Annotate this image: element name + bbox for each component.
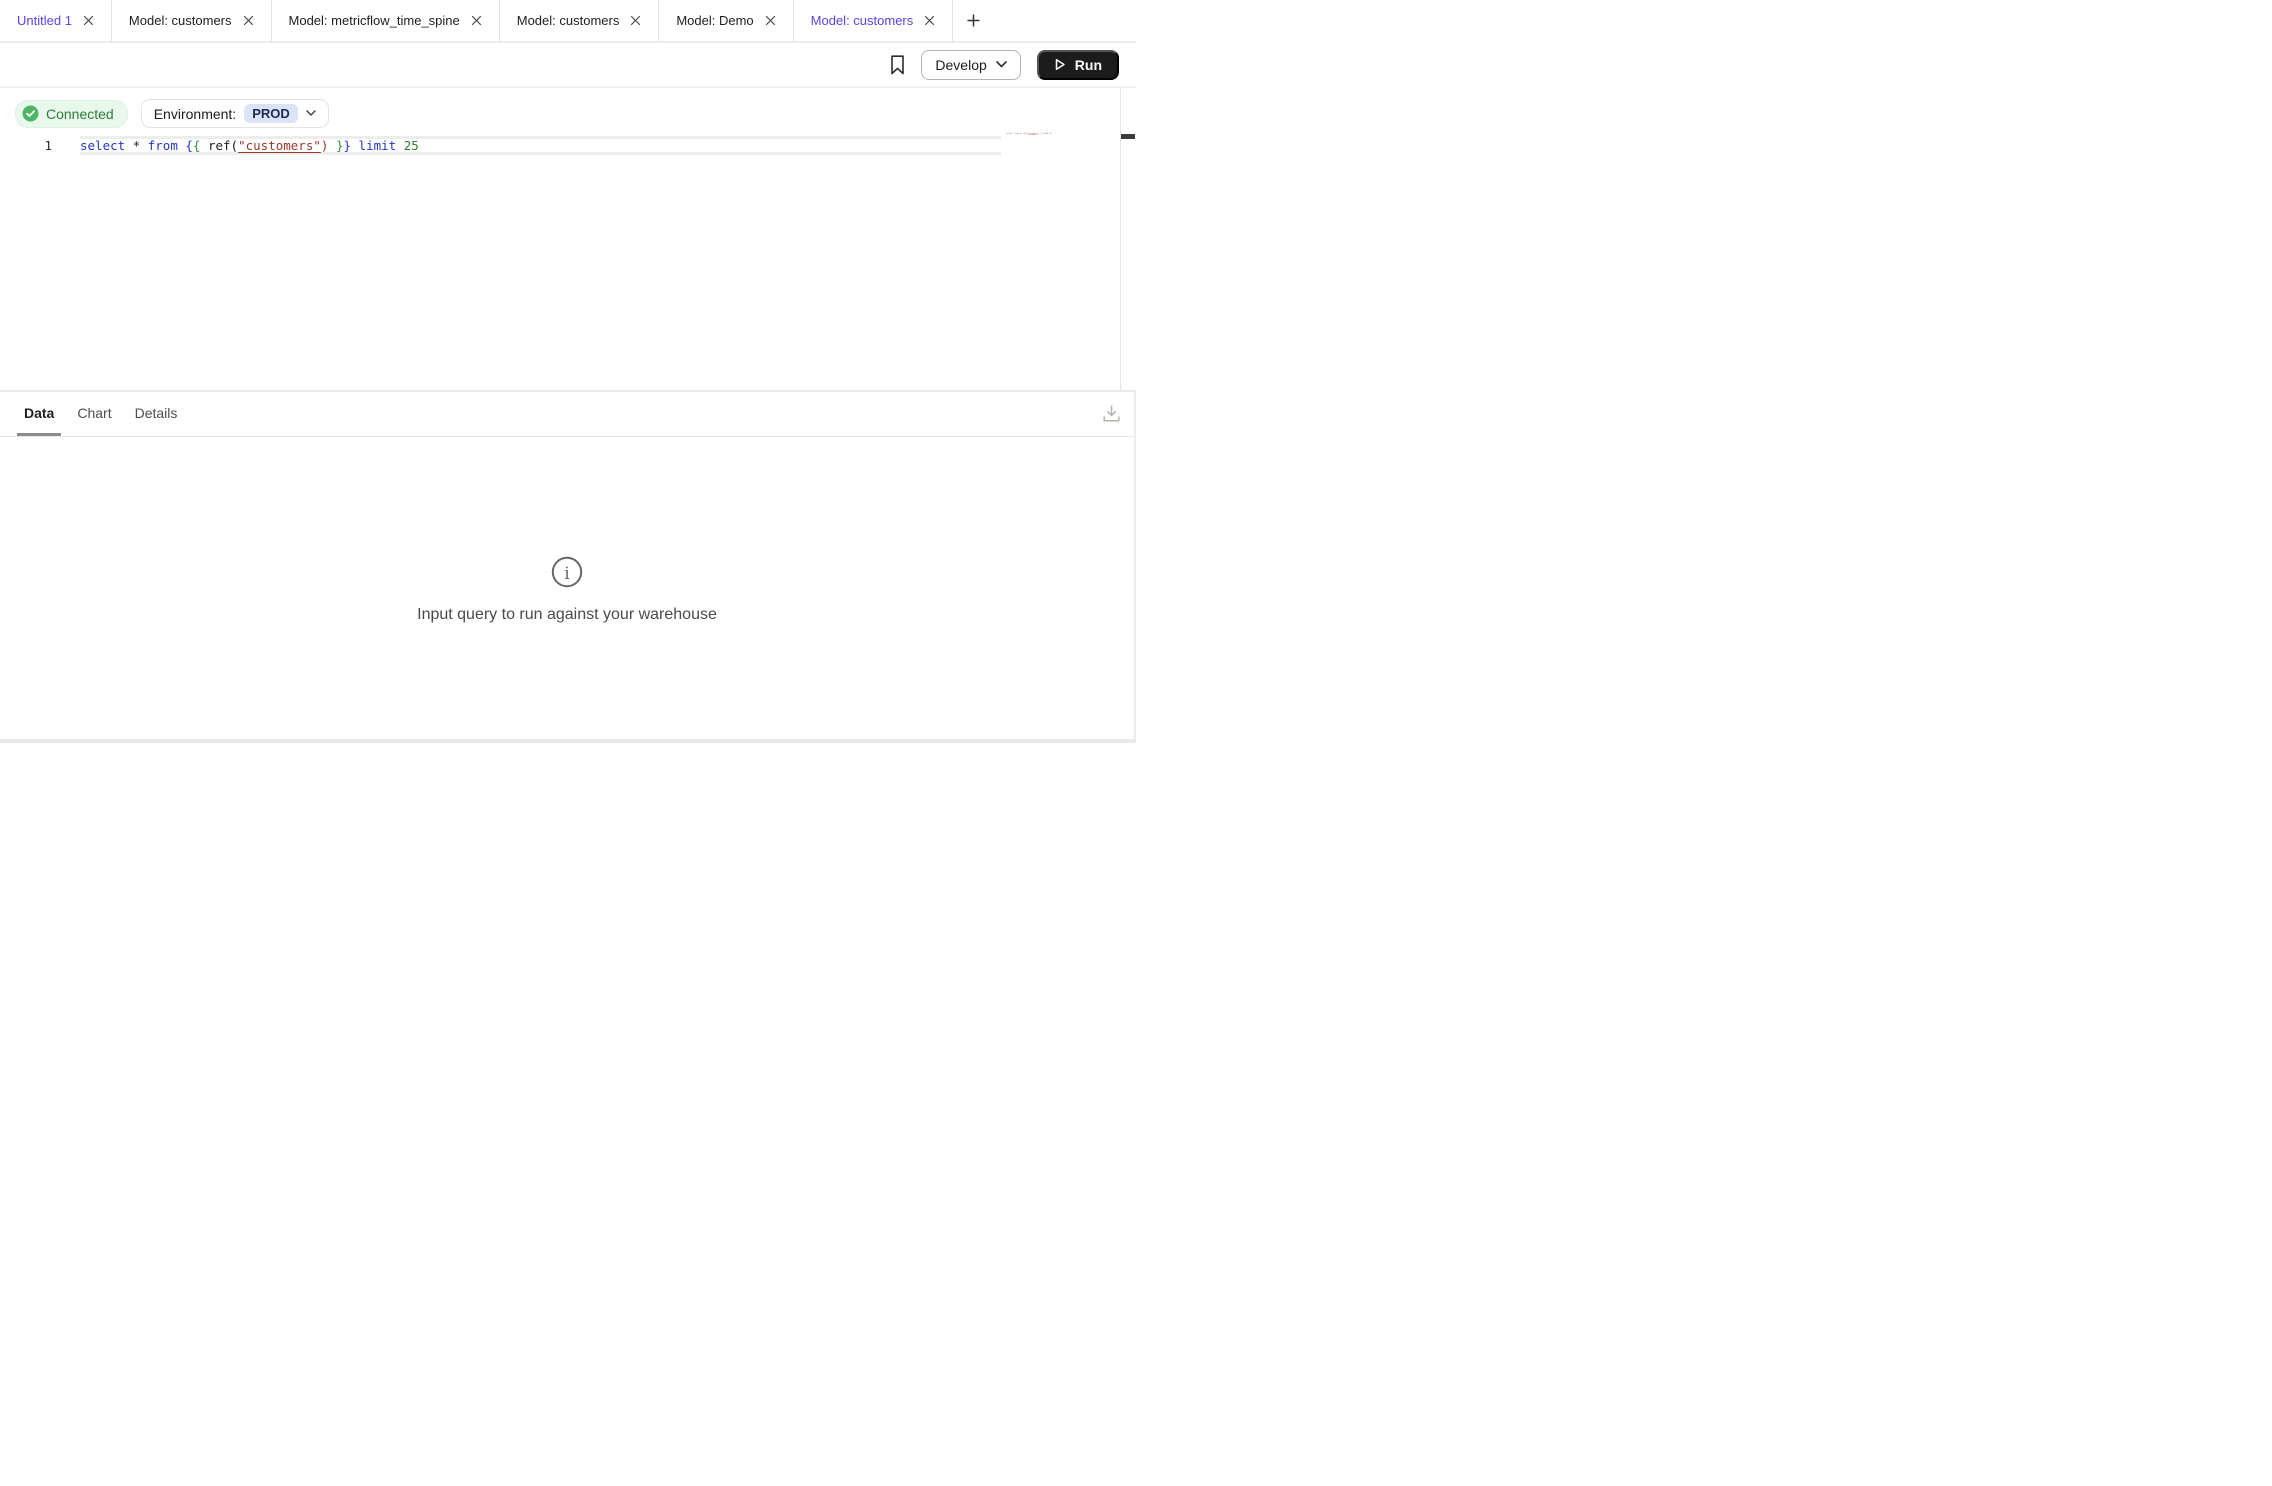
- code-token[interactable]: "customers": [1027, 133, 1038, 135]
- close-icon[interactable]: [83, 15, 94, 26]
- dbt-ide-window: Untitled 1 Model: customers Model: metricf…: [0, 0, 1136, 743]
- status-row: Connected Environment: PROD: [15, 99, 329, 128]
- environment-selector[interactable]: Environment: PROD: [141, 99, 329, 128]
- chevron-down-icon: [306, 110, 316, 117]
- tab-label: Model: customers: [129, 13, 232, 28]
- editor-tab[interactable]: Model: customers: [112, 0, 272, 41]
- code-token: [328, 138, 336, 153]
- bottom-scrollbar-track[interactable]: [0, 739, 1136, 743]
- new-tab-button[interactable]: [953, 0, 994, 41]
- bookmark-icon[interactable]: [890, 55, 905, 75]
- info-icon: i: [551, 556, 583, 593]
- tab-list: Untitled 1 Model: customers Model: metricf…: [0, 0, 953, 41]
- close-icon[interactable]: [630, 15, 641, 26]
- results-panel: DataChartDetails i Input query to run ag…: [0, 390, 1136, 739]
- play-icon: [1054, 58, 1066, 71]
- environment-label: Environment:: [154, 106, 236, 122]
- editor-tab[interactable]: Model: customers: [500, 0, 660, 41]
- close-icon[interactable]: [765, 15, 776, 26]
- editor-tab[interactable]: Model: customers: [794, 0, 954, 41]
- connection-status-badge: Connected: [15, 100, 128, 128]
- code-token: [351, 138, 359, 153]
- close-icon[interactable]: [243, 15, 254, 26]
- results-tab-details[interactable]: Details: [128, 392, 185, 436]
- tab-label: Untitled 1: [17, 13, 72, 28]
- check-circle-icon: [22, 105, 39, 122]
- scrollbar-thumb[interactable]: [1121, 134, 1135, 139]
- code-line[interactable]: select * from {{ ref("customers") }} lim…: [80, 139, 419, 152]
- chevron-down-icon: [996, 61, 1007, 68]
- minimap: select * from {{ ref("customers") }} lim…: [1006, 133, 1052, 135]
- close-icon[interactable]: [471, 15, 482, 26]
- code-token: 25: [404, 138, 419, 153]
- editor-tab[interactable]: Untitled 1: [0, 0, 112, 41]
- plus-icon: [966, 13, 981, 28]
- close-icon[interactable]: [924, 15, 935, 26]
- editor-scrollbar-track[interactable]: [1120, 88, 1136, 390]
- tab-label: Model: metricflow_time_spine: [289, 13, 460, 28]
- code-token: from: [148, 138, 178, 153]
- code-token: select: [80, 138, 125, 153]
- code-token[interactable]: "customers": [238, 138, 321, 153]
- run-label: Run: [1075, 57, 1102, 73]
- code-token: 25: [1050, 133, 1052, 135]
- code-token: {: [185, 138, 193, 153]
- connected-label: Connected: [46, 106, 114, 122]
- tab-label: Model: customers: [811, 13, 914, 28]
- develop-button[interactable]: Develop: [921, 50, 1020, 80]
- sql-editor: Connected Environment: PROD 1 select * f…: [0, 88, 1136, 390]
- results-tab-data[interactable]: Data: [17, 392, 61, 436]
- download-icon[interactable]: [1102, 404, 1121, 423]
- code-token: }: [343, 138, 351, 153]
- code-token: [396, 138, 404, 153]
- empty-state-message: Input query to run against your warehous…: [0, 606, 1134, 624]
- run-button[interactable]: Run: [1037, 50, 1119, 80]
- tab-label: Model: Demo: [676, 13, 753, 28]
- code-token: ref(: [200, 138, 238, 153]
- code-token: [125, 138, 133, 153]
- develop-label: Develop: [935, 57, 986, 73]
- editor-tab[interactable]: Model: metricflow_time_spine: [272, 0, 500, 41]
- code-token: limit: [359, 138, 397, 153]
- environment-value-badge: PROD: [244, 104, 298, 123]
- editor-tab[interactable]: Model: Demo: [659, 0, 793, 41]
- tab-label: Model: customers: [517, 13, 620, 28]
- results-tab-bar: DataChartDetails: [0, 392, 1134, 437]
- toolbar: Develop Run: [0, 43, 1136, 88]
- svg-text:i: i: [564, 564, 570, 584]
- tab-bar: Untitled 1 Model: customers Model: metricf…: [0, 0, 1136, 43]
- line-number: 1: [28, 139, 52, 152]
- code-token: [140, 138, 148, 153]
- results-tab-chart[interactable]: Chart: [70, 392, 118, 436]
